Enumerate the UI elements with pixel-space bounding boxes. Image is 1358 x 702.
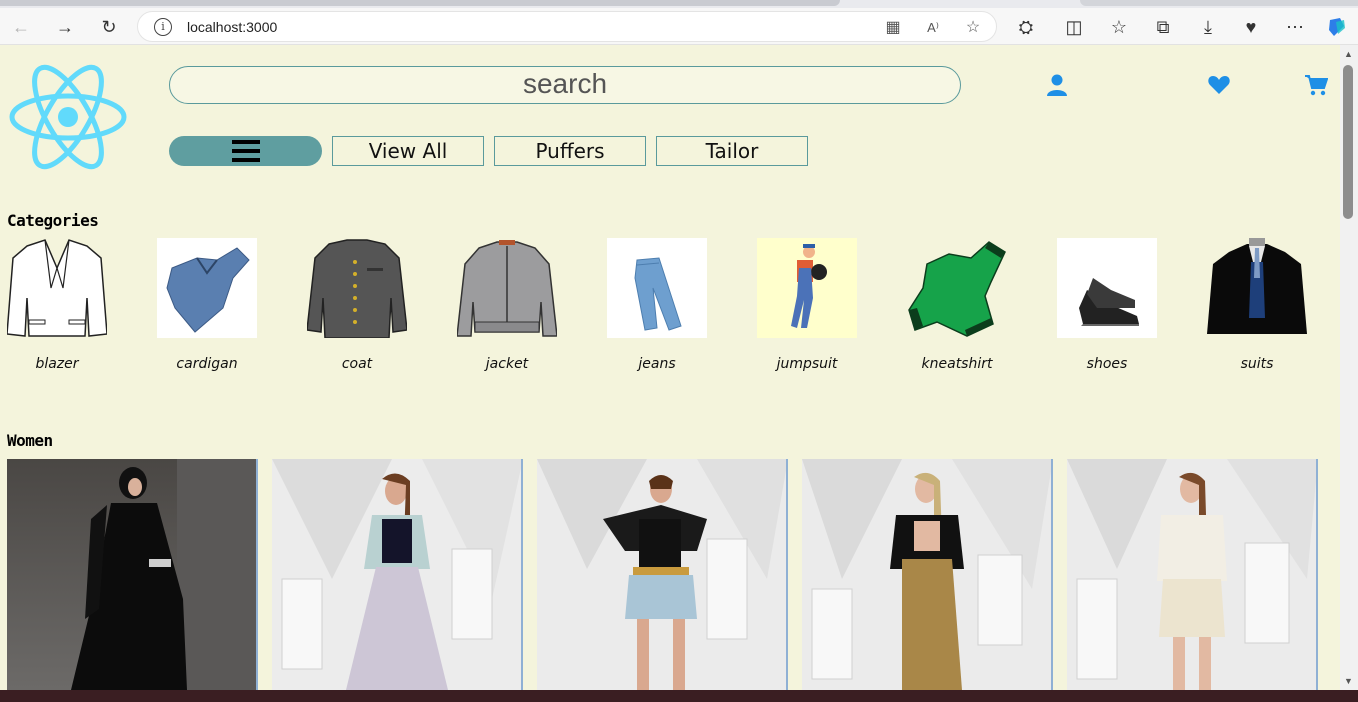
cardigan-icon xyxy=(157,238,257,338)
read-aloud-icon[interactable]: A⁾ xyxy=(922,17,944,39)
women-product-2[interactable] xyxy=(272,459,523,690)
split-screen-icon[interactable]: ◫ xyxy=(1059,12,1089,42)
nav-puffers-button[interactable]: Puffers xyxy=(494,136,646,166)
heart-icon[interactable] xyxy=(1207,73,1231,97)
category-label: jeans xyxy=(638,356,676,372)
category-shoes[interactable]: shoes xyxy=(1057,238,1157,372)
category-kneatshirt[interactable]: kneatshirt xyxy=(907,238,1007,372)
category-jacket[interactable]: jacket xyxy=(457,238,557,372)
more-icon[interactable]: ⋯ xyxy=(1280,12,1310,42)
jumpsuit-icon xyxy=(757,238,857,338)
scrollbar-thumb[interactable] xyxy=(1343,65,1353,219)
category-blazer[interactable]: blazer xyxy=(7,238,107,372)
hamburger-icon xyxy=(231,140,260,162)
favorites-icon[interactable]: ☆ xyxy=(1104,12,1134,42)
refresh-icon[interactable]: ↻ xyxy=(94,12,124,42)
category-label: jacket xyxy=(485,356,529,372)
apps-icon[interactable]: ▦ xyxy=(882,17,904,39)
browser-toolbar: ← → ↻ i localhost:3000 ▦ A⁾ ☆ ⛭ ◫ ☆ ⧉ ⤓ … xyxy=(0,8,1358,45)
category-coat[interactable]: coat xyxy=(307,238,407,372)
forward-icon[interactable]: → xyxy=(50,12,80,42)
shoes-icon xyxy=(1057,238,1157,338)
women-product-5[interactable] xyxy=(1067,459,1318,690)
inactive-tab[interactable] xyxy=(1080,0,1358,6)
blazer-icon xyxy=(7,238,107,338)
tab-strip xyxy=(0,0,1358,8)
category-suits[interactable]: suits xyxy=(1207,238,1307,372)
category-jeans[interactable]: jeans xyxy=(607,238,707,372)
jacket-icon xyxy=(457,238,557,338)
women-product-3[interactable] xyxy=(537,459,788,690)
active-tab[interactable] xyxy=(0,0,840,6)
category-jumpsuit[interactable]: jumpsuit xyxy=(757,238,857,372)
category-label: kneatshirt xyxy=(921,356,993,372)
os-taskbar xyxy=(0,690,1358,702)
women-product-4[interactable] xyxy=(802,459,1053,690)
url-text[interactable]: localhost:3000 xyxy=(187,19,277,35)
scroll-down-icon[interactable]: ▼ xyxy=(1344,676,1353,686)
nav-tailor-button[interactable]: Tailor xyxy=(656,136,808,166)
categories-title: Categories xyxy=(7,211,99,230)
menu-button[interactable] xyxy=(169,136,322,166)
page-scrollbar[interactable]: ▲ ▼ xyxy=(1340,45,1358,690)
search-input[interactable]: search xyxy=(169,66,961,104)
user-icon[interactable] xyxy=(1045,73,1069,97)
category-label: suits xyxy=(1240,356,1274,372)
copilot-icon[interactable] xyxy=(1322,12,1352,42)
scroll-up-icon[interactable]: ▲ xyxy=(1344,49,1353,59)
suits-icon xyxy=(1207,238,1307,338)
back-icon[interactable]: ← xyxy=(6,12,36,42)
women-title: Women xyxy=(7,431,53,450)
downloads-icon[interactable]: ⤓ xyxy=(1193,12,1223,42)
category-label: coat xyxy=(341,356,373,372)
collections-icon[interactable]: ⧉ xyxy=(1148,12,1178,42)
kneatshirt-icon xyxy=(907,238,1007,338)
jeans-icon xyxy=(607,238,707,338)
performance-icon[interactable]: ♥ xyxy=(1236,12,1266,42)
category-cardigan[interactable]: cardigan xyxy=(157,238,257,372)
coat-icon xyxy=(307,238,407,338)
category-label: cardigan xyxy=(176,356,238,372)
category-label: jumpsuit xyxy=(776,356,838,372)
info-icon[interactable]: i xyxy=(154,18,172,36)
address-bar[interactable]: i localhost:3000 ▦ A⁾ ☆ xyxy=(137,11,997,42)
react-logo[interactable] xyxy=(8,63,128,171)
women-product-1[interactable] xyxy=(7,459,258,690)
category-label: blazer xyxy=(35,356,79,372)
cart-icon[interactable] xyxy=(1304,73,1329,97)
page-viewport: search View All Puffers Tailor Categorie… xyxy=(0,45,1340,690)
favorite-star-icon[interactable]: ☆ xyxy=(962,17,984,39)
extensions-icon[interactable]: ⛭ xyxy=(1011,12,1041,42)
nav-view-all-button[interactable]: View All xyxy=(332,136,484,166)
category-label: shoes xyxy=(1086,356,1128,372)
